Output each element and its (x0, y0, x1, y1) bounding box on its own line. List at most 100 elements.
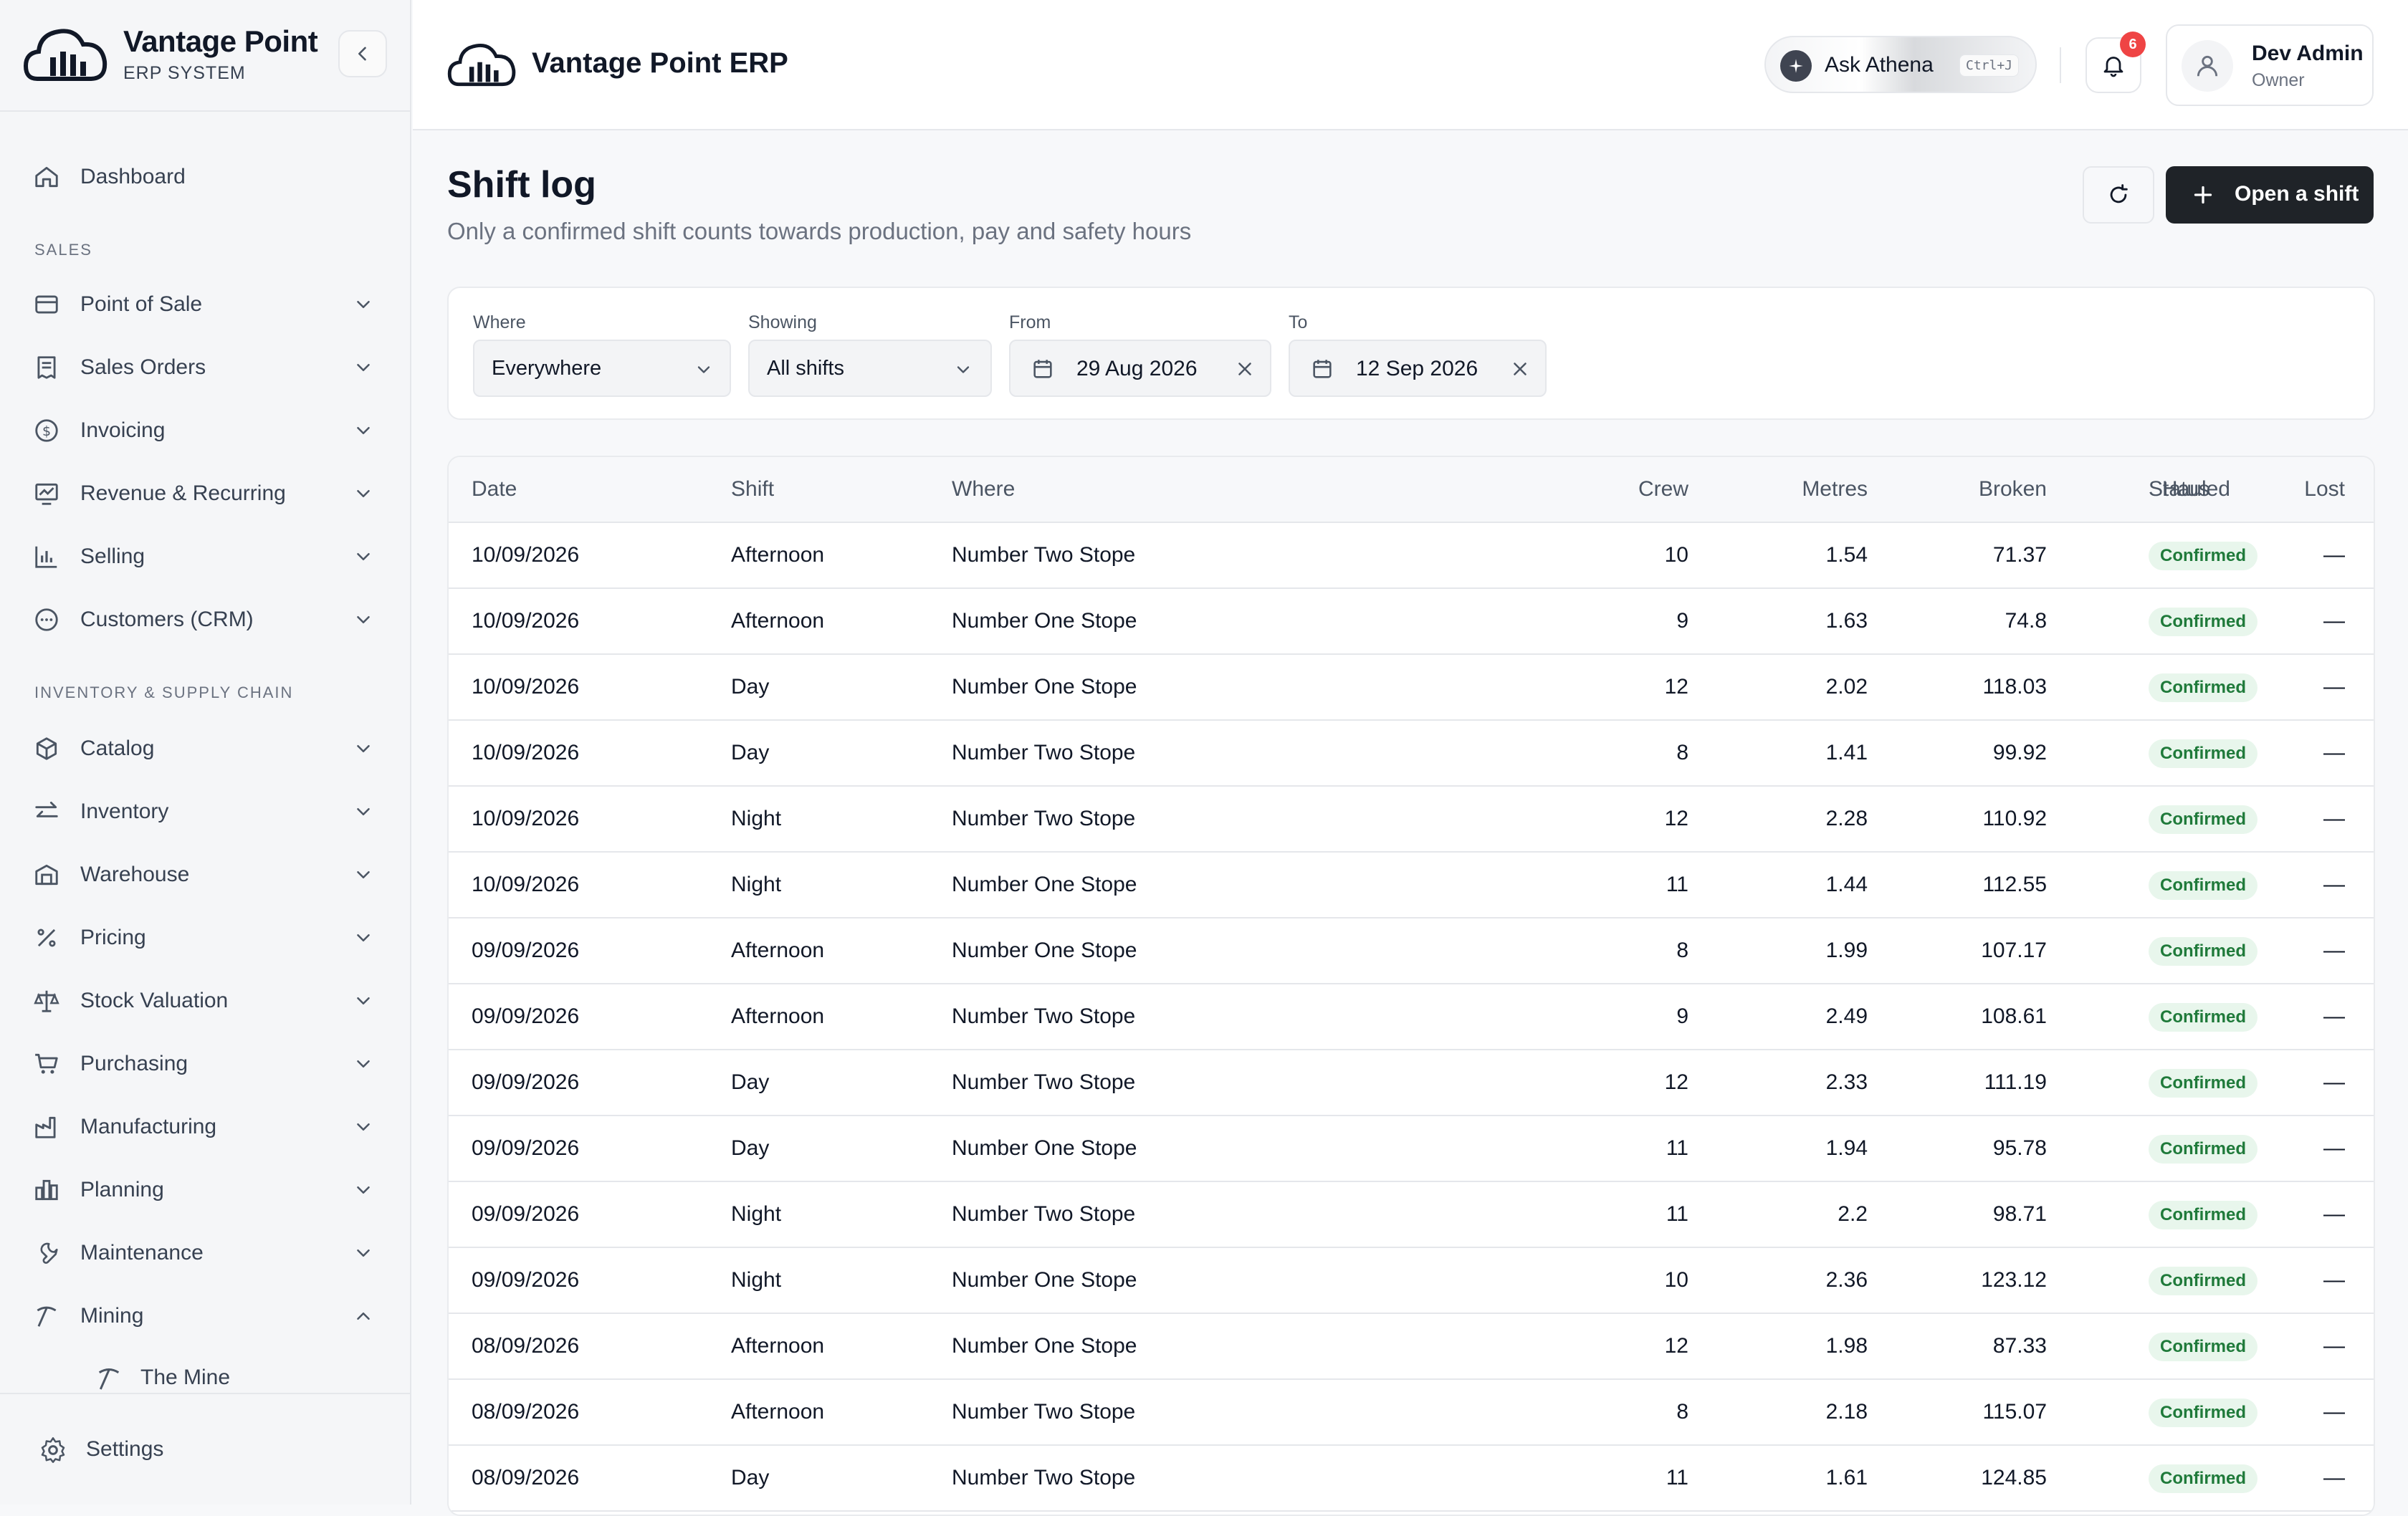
chevron-down-icon (353, 990, 374, 1012)
cell-broken: 112.55 (1982, 873, 2047, 896)
cell-shift: Afternoon (731, 1004, 825, 1028)
cell-crew: 12 (1664, 1334, 1688, 1358)
cell-crew: 9 (1676, 609, 1688, 633)
wrench-icon (33, 1239, 60, 1267)
sidebar-item-label: Revenue & Recurring (80, 481, 286, 505)
sidebar-item-warehouse[interactable]: Warehouse (0, 848, 410, 900)
to-date-picker[interactable]: 12 Sep 2026 (1289, 340, 1547, 397)
sidebar-item-label: Mining (80, 1304, 144, 1328)
cell-shift: Day (731, 1070, 770, 1094)
cell-metres: 2.02 (1825, 675, 1868, 699)
column-header-lost[interactable]: Lost (2202, 477, 2345, 502)
cell-where: Number Two Stope (952, 1070, 1136, 1094)
cell-crew: 10 (1664, 1268, 1688, 1292)
open-shift-label: Open a shift (2235, 182, 2359, 206)
user-menu[interactable]: Dev Admin Owner (2166, 24, 2374, 106)
column-header-crew[interactable]: Crew (1545, 477, 1688, 502)
table-row[interactable]: 09/09/2026 Afternoon Number Two Stope 9 2.49… (449, 984, 2374, 1050)
cell-crew: 11 (1666, 1466, 1688, 1489)
sidebar-item-manufacturing[interactable]: Manufacturing (0, 1100, 410, 1152)
refresh-icon (2106, 183, 2131, 207)
clear-from-date-icon[interactable] (1234, 358, 1256, 380)
column-header-where[interactable]: Where (952, 477, 1015, 502)
cell-metres: 2.18 (1825, 1400, 1868, 1424)
sidebar-item-point-of-sale[interactable]: Point of Sale (0, 278, 410, 330)
sidebar-item-settings[interactable]: Settings (0, 1394, 410, 1505)
table-row[interactable]: 09/09/2026 Day Number One Stope 11 1.94 95.78… (449, 1116, 2374, 1182)
table-row[interactable]: 09/09/2026 Night Number One Stope 10 2.36 123… (449, 1248, 2374, 1314)
table-row[interactable]: 09/09/2026 Night Number Two Stope 11 2.2 98.7… (449, 1182, 2374, 1248)
bell-icon (2101, 52, 2126, 78)
chevron-down-icon (953, 360, 973, 380)
column-header-shift[interactable]: Shift (731, 477, 774, 502)
clear-to-date-icon[interactable] (1509, 358, 1531, 380)
cell-metres: 2.36 (1825, 1268, 1868, 1292)
from-date-value: 29 Aug 2026 (1076, 357, 1198, 380)
sidebar-item-catalog[interactable]: Catalog (0, 722, 410, 774)
showing-select[interactable]: All shifts (748, 340, 992, 397)
pickaxe-icon (33, 1302, 60, 1330)
column-header-date[interactable]: Date (472, 477, 517, 502)
user-icon (2197, 55, 2218, 77)
table-row[interactable]: 09/09/2026 Day Number Two Stope 12 2.33 111.1… (449, 1050, 2374, 1116)
showing-select-value: All shifts (767, 357, 844, 380)
chevron-down-icon (353, 927, 374, 949)
cell-crew: 12 (1664, 807, 1688, 830)
sidebar-item-invoicing[interactable]: $ Invoicing (0, 404, 410, 456)
column-header-status[interactable]: Status (2149, 477, 2209, 502)
sidebar-item-maintenance[interactable]: Maintenance (0, 1227, 410, 1278)
sidebar-item-customers-crm[interactable]: Customers (CRM) (0, 593, 410, 645)
cart-icon (33, 1050, 60, 1078)
box-icon (33, 735, 60, 762)
status-badge: Confirmed (2149, 937, 2258, 966)
cell-crew: 12 (1664, 675, 1688, 699)
table-row[interactable]: 08/09/2026 Day Number Two Stope 11 1.61 124.8… (449, 1446, 2374, 1512)
home-icon (33, 163, 60, 191)
to-filter-label: To (1289, 312, 1308, 332)
cell-metres: 2.33 (1825, 1070, 1868, 1094)
table-row[interactable]: 08/09/2026 Afternoon Number One Stope 12 1.9… (449, 1314, 2374, 1380)
status-badge: Confirmed (2149, 1267, 2258, 1295)
sidebar-item-revenue-recurring[interactable]: Revenue & Recurring (0, 467, 410, 519)
column-header-metres[interactable]: Metres (1724, 477, 1868, 502)
table-row[interactable]: 10/09/2026 Day Number One Stope 12 2.02 118.0… (449, 655, 2374, 721)
table-row[interactable]: 10/09/2026DayNumber Two Stope81.4199.929… (449, 721, 2374, 787)
refresh-button[interactable] (2083, 166, 2154, 224)
cell-date: 08/09/2026 (472, 1466, 580, 1489)
table-row[interactable]: 10/09/2026 Night Number One Stope 11 1.44 112… (449, 853, 2374, 918)
status-badge: Confirmed (2149, 805, 2258, 834)
warehouse-icon (33, 861, 60, 888)
ask-athena-button[interactable]: Ask Athena Ctrl+J (1764, 36, 2037, 93)
collapse-sidebar-button[interactable] (338, 30, 387, 77)
sidebar-item-selling[interactable]: Selling (0, 530, 410, 582)
cell-broken: 71.37 (1992, 543, 2047, 567)
column-header-broken[interactable]: Broken (1903, 477, 2047, 502)
open-shift-button[interactable]: Open a shift (2166, 166, 2374, 224)
status-badge: Confirmed (2149, 608, 2258, 636)
cell-broken: 107.17 (1981, 939, 2047, 962)
cell-crew: 8 (1676, 1400, 1688, 1424)
table-row[interactable]: 10/09/2026 Afternoon Number Two Stope 10 1.5… (449, 523, 2374, 589)
sidebar-item-planning[interactable]: Planning (0, 1164, 410, 1215)
cell-where: Number One Stope (952, 609, 1137, 633)
sidebar-item-stock-valuation[interactable]: Stock Valuation (0, 974, 410, 1026)
cell-broken: 99.92 (1992, 741, 2047, 764)
page-title: Shift log (447, 164, 596, 206)
from-date-picker[interactable]: 29 Aug 2026 (1009, 340, 1271, 397)
cell-where: Number Two Stope (952, 543, 1136, 567)
table-row[interactable]: 09/09/2026 Afternoon Number One Stope 8 1.99… (449, 918, 2374, 984)
sidebar-item-inventory[interactable]: Inventory (0, 785, 410, 837)
sidebar-item-purchasing[interactable]: Purchasing (0, 1037, 410, 1089)
cell-metres: 2.28 (1825, 807, 1868, 830)
sidebar-item-pricing[interactable]: Pricing (0, 911, 410, 963)
cell-broken: 115.07 (1982, 1400, 2047, 1424)
table-row[interactable]: 08/09/2026 Afternoon Number Two Stope 8 2.18… (449, 1380, 2374, 1446)
where-select[interactable]: Everywhere (473, 340, 731, 397)
sidebar-item-sales-orders[interactable]: Sales Orders (0, 341, 410, 393)
section-label-sales: SALES (34, 241, 92, 259)
status-badge: Confirmed (2149, 1003, 2258, 1032)
sidebar-item-mining[interactable]: Mining (0, 1290, 410, 1341)
table-row[interactable]: 10/09/2026 Night Number Two Stope 12 2.28 110… (449, 787, 2374, 853)
table-row[interactable]: 10/09/2026 Afternoon Number One Stope 9 1.63… (449, 589, 2374, 655)
sidebar-item-dashboard[interactable]: Dashboard (0, 150, 410, 202)
